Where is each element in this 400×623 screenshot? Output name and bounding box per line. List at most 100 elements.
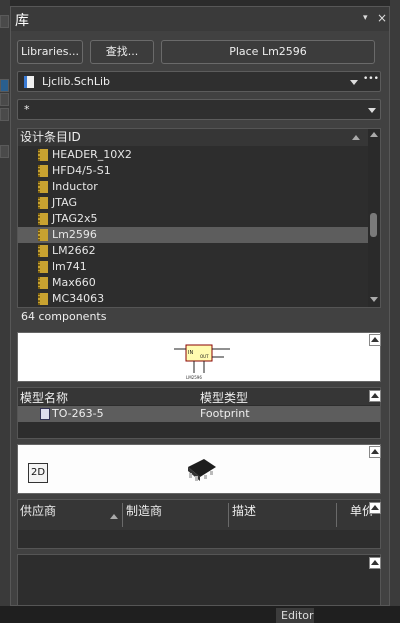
models-table: 模型名称 模型类型 TO-263-5 Footprint: [17, 387, 381, 439]
chevron-up-icon: [371, 560, 379, 565]
collapse-icon[interactable]: [369, 390, 381, 402]
list-item[interactable]: JTAG: [18, 195, 368, 211]
column-divider[interactable]: [122, 503, 123, 527]
collapse-icon[interactable]: [369, 446, 381, 458]
library-select-value: Ljclib.SchLib: [42, 75, 110, 88]
search-button[interactable]: 查找...: [90, 40, 154, 64]
sort-ascending-icon: [110, 514, 118, 519]
editor-tab[interactable]: Editor: [276, 608, 314, 623]
panel-title: 库: [15, 13, 29, 29]
list-item[interactable]: HFD4/5-S1: [18, 163, 368, 179]
column-header-design-item-id[interactable]: 设计条目ID: [18, 129, 368, 146]
libraries-button[interactable]: Libraries...: [17, 40, 83, 64]
panel-menu-icon[interactable]: ▾: [363, 13, 373, 23]
models-header: 模型名称 模型类型: [18, 388, 380, 405]
left-dock-strip: [0, 0, 10, 623]
column-header-model-type[interactable]: 模型类型: [200, 389, 248, 406]
status-strip: [0, 606, 400, 623]
left-dock-button[interactable]: [0, 93, 9, 106]
library-file-icon: [24, 76, 34, 88]
more-options-icon[interactable]: •••: [363, 74, 379, 84]
list-scrollbar[interactable]: [368, 129, 380, 307]
component-name: Lm2596: [52, 228, 97, 241]
chevron-down-icon[interactable]: [368, 108, 376, 113]
scroll-down-icon[interactable]: [370, 297, 378, 302]
list-item[interactable]: HEADER_10X2: [18, 147, 368, 163]
component-name: HEADER_10X2: [52, 148, 132, 161]
suppliers-table: 供应商 制造商 描述 单价: [17, 499, 381, 549]
scroll-up-icon[interactable]: [370, 132, 378, 137]
column-header-manufacturer[interactable]: 制造商: [126, 502, 162, 519]
suppliers-header: 供应商 制造商 描述 单价: [18, 500, 380, 530]
list-item[interactable]: MC34063: [18, 291, 368, 307]
left-dock-button[interactable]: [0, 79, 9, 92]
details-area: [17, 554, 381, 606]
component-icon: [38, 261, 48, 273]
chevron-up-icon: [371, 337, 379, 342]
close-icon[interactable]: ×: [377, 11, 387, 25]
component-icon: [38, 277, 48, 289]
component-name: JTAG2x5: [52, 212, 98, 225]
symbol-preview: IN OUT LM2596: [17, 332, 381, 382]
chevron-up-icon: [371, 505, 379, 510]
component-icon: [38, 229, 48, 241]
component-icon: [38, 181, 48, 193]
model-name-cell: TO-263-5: [52, 407, 104, 420]
footprint-icon: [40, 408, 50, 420]
collapse-icon[interactable]: [369, 334, 381, 346]
footprint-3d-render: [188, 459, 216, 481]
component-name: lm741: [52, 260, 87, 273]
column-header-model-name[interactable]: 模型名称: [20, 389, 68, 406]
list-item[interactable]: JTAG2x5: [18, 211, 368, 227]
list-item[interactable]: Inductor: [18, 179, 368, 195]
footprint-3d-view: 2D: [17, 444, 381, 494]
left-dock-button[interactable]: [0, 145, 9, 158]
component-name: Inductor: [52, 180, 98, 193]
component-name: HFD4/5-S1: [52, 164, 111, 177]
place-component-button[interactable]: Place Lm2596: [161, 40, 375, 64]
component-name: JTAG: [52, 196, 77, 209]
right-dock-strip: [390, 0, 400, 623]
table-row[interactable]: TO-263-5 Footprint: [18, 406, 380, 422]
list-item[interactable]: lm741: [18, 259, 368, 275]
view-2d-button[interactable]: 2D: [28, 463, 48, 483]
pin-in-label: IN: [188, 350, 193, 356]
left-dock-button[interactable]: [0, 15, 9, 28]
component-icon: [38, 149, 48, 161]
filter-input[interactable]: *: [17, 99, 381, 120]
library-select[interactable]: Ljclib.SchLib •••: [17, 71, 381, 92]
component-icon: [38, 197, 48, 209]
column-divider[interactable]: [336, 503, 337, 527]
library-panel: 库 ▾ × Libraries... 查找... Place Lm2596 Lj…: [10, 6, 390, 606]
left-dock-button[interactable]: [0, 108, 9, 121]
sort-ascending-icon: [352, 135, 360, 140]
column-header-description[interactable]: 描述: [232, 502, 256, 519]
column-header-supplier[interactable]: 供应商: [20, 502, 56, 519]
filter-value: *: [24, 103, 30, 116]
panel-title-bar: 库 ▾ ×: [11, 7, 389, 31]
pin-out-label: OUT: [200, 354, 209, 359]
component-icon: [38, 213, 48, 225]
collapse-icon[interactable]: [369, 502, 381, 514]
list-item[interactable]: Max660: [18, 275, 368, 291]
collapse-icon[interactable]: [369, 557, 381, 569]
schematic-symbol: IN OUT LM2596: [174, 344, 230, 380]
component-name: MC34063: [52, 292, 105, 305]
component-count: 64 components: [21, 310, 107, 323]
component-icon: [38, 293, 48, 305]
scrollbar-thumb[interactable]: [370, 213, 377, 237]
list-item[interactable]: Lm2596: [18, 227, 368, 243]
part-label: LM2596: [186, 375, 202, 380]
column-header-label: 设计条目ID: [20, 130, 81, 144]
chevron-up-icon: [371, 393, 379, 398]
component-icon: [38, 245, 48, 257]
component-list: 设计条目ID HEADER_10X2 HFD4/5-S1 Inductor JTAG J…: [17, 128, 381, 308]
chevron-down-icon[interactable]: [350, 80, 358, 85]
model-type-cell: Footprint: [200, 407, 250, 420]
chevron-up-icon: [371, 449, 379, 454]
component-name: Max660: [52, 276, 96, 289]
component-icon: [38, 165, 48, 177]
list-item[interactable]: LM2662: [18, 243, 368, 259]
component-name: LM2662: [52, 244, 96, 257]
column-divider[interactable]: [228, 503, 229, 527]
